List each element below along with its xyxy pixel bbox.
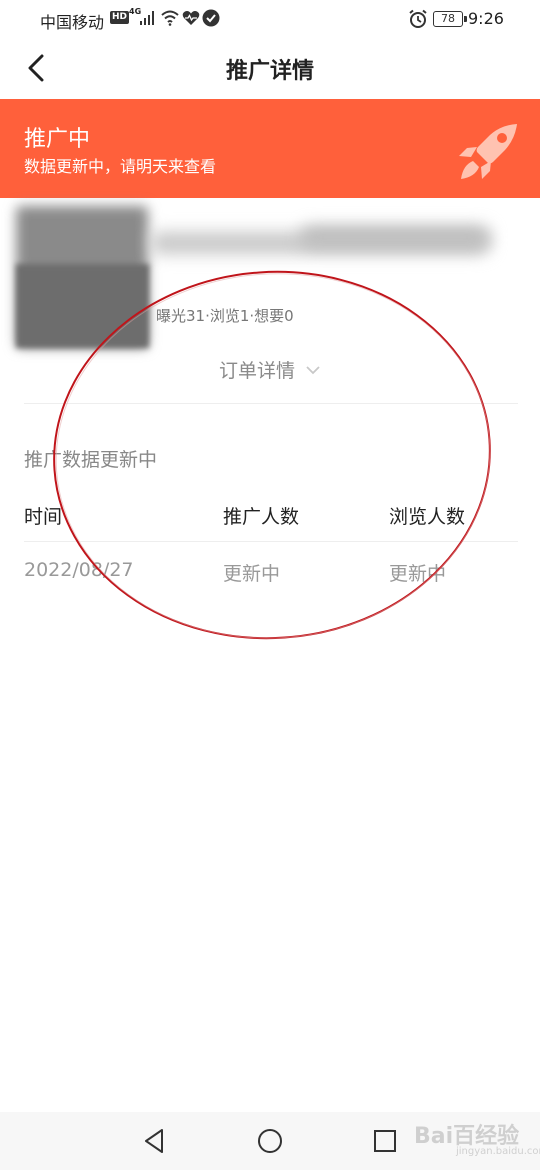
rocket-icon — [459, 124, 517, 179]
promotion-status: 推广中 — [24, 127, 91, 152]
baidu-jingyan-watermark: Bai百经验 jingyan.baidu.com — [412, 1110, 540, 1164]
product-title-blurred-2 — [300, 226, 490, 248]
promotion-status-banner: 推广中 数据更新中，请明天来查看 — [0, 99, 540, 198]
battery-indicator: 78 — [433, 11, 467, 27]
alarm-icon — [409, 9, 427, 28]
status-bar: 中国移动 HD 4G 78 9:26 — [0, 0, 540, 38]
wifi-icon — [161, 10, 179, 26]
clock: 9:26 — [468, 9, 504, 28]
signal-icon — [140, 11, 154, 25]
promotion-status-subtitle: 数据更新中，请明天来查看 — [24, 157, 217, 176]
nav-header: 推广详情 — [0, 38, 540, 99]
heart-rate-icon — [182, 11, 200, 25]
back-triangle-icon[interactable] — [140, 1126, 170, 1156]
page-title: 推广详情 — [225, 59, 314, 84]
recent-apps-square-icon[interactable] — [370, 1126, 400, 1156]
home-circle-icon[interactable] — [255, 1126, 285, 1156]
hd-badge: HD — [110, 11, 130, 24]
annotation-circle — [53, 270, 491, 640]
watermark-url: jingyan.baidu.com — [456, 1146, 540, 1157]
shield-check-icon — [202, 9, 220, 27]
carrier-name: 中国移动 — [40, 13, 105, 32]
